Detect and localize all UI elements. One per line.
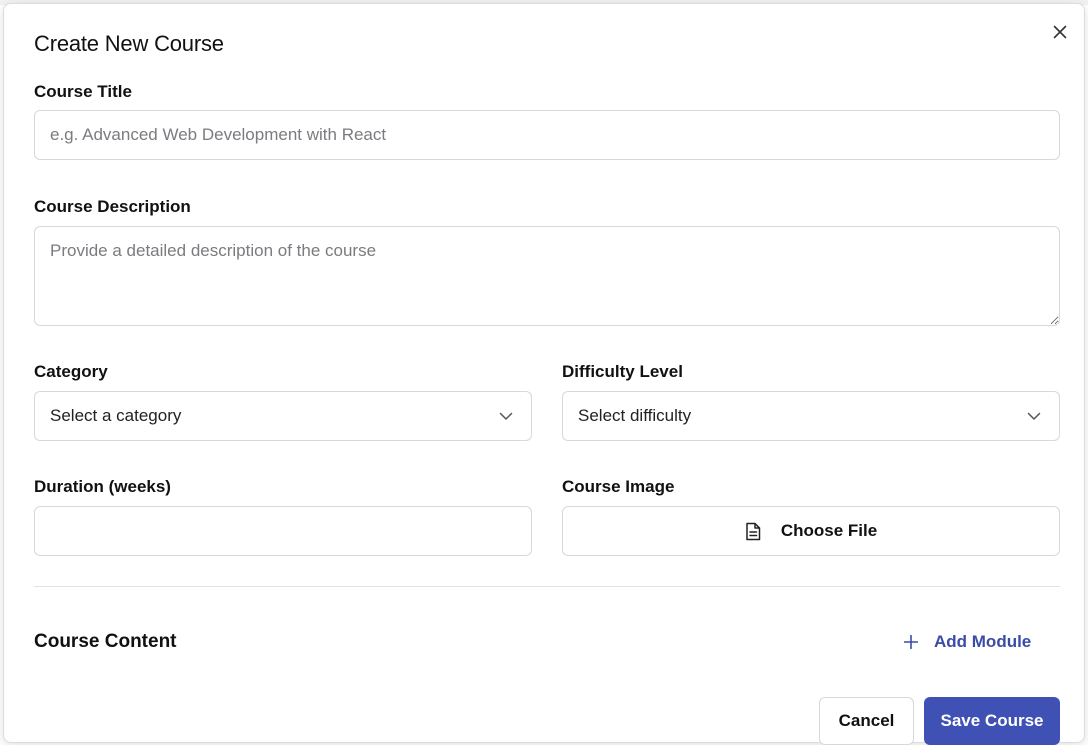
save-course-button[interactable]: Save Course <box>924 697 1060 745</box>
category-selected-value: Select a category <box>50 406 182 425</box>
category-select[interactable]: Select a category <box>34 391 532 441</box>
course-description-label: Course Description <box>34 197 191 216</box>
add-module-button[interactable]: Add Module <box>904 628 1031 656</box>
file-icon <box>746 522 761 540</box>
section-divider <box>34 586 1060 587</box>
choose-file-label: Choose File <box>780 521 878 540</box>
dialog-title: Create New Course <box>34 31 224 56</box>
close-button[interactable] <box>1049 21 1071 43</box>
course-description-textarea[interactable] <box>34 226 1060 326</box>
choose-file-button[interactable]: Choose File <box>562 506 1060 556</box>
difficulty-selected-value: Select difficulty <box>578 406 692 425</box>
add-module-label: Add Module <box>934 632 1032 651</box>
duration-label: Duration (weeks) <box>34 477 171 496</box>
course-content-title: Course Content <box>34 631 177 652</box>
course-image-label: Course Image <box>562 477 675 496</box>
difficulty-select[interactable]: Select difficulty <box>562 391 1060 441</box>
cancel-button[interactable]: Cancel <box>819 697 914 745</box>
chevron-down-icon <box>1027 412 1041 420</box>
close-icon <box>1053 25 1067 39</box>
course-title-input[interactable] <box>34 110 1060 160</box>
difficulty-label: Difficulty Level <box>562 362 683 381</box>
chevron-down-icon <box>499 412 513 420</box>
duration-input[interactable] <box>34 506 532 556</box>
plus-icon <box>904 635 918 649</box>
category-label: Category <box>34 362 108 381</box>
course-title-label: Course Title <box>34 82 132 101</box>
